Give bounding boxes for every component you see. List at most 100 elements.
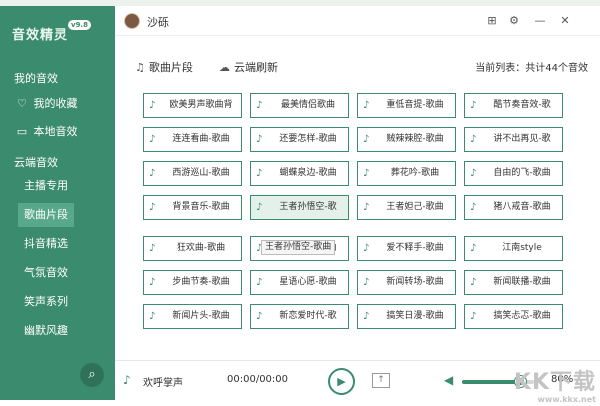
sound-item[interactable]: ♪ 王者孙悟空-歌 bbox=[250, 195, 349, 220]
sound-item[interactable]: ♪ 猪八戒音-歌曲 bbox=[464, 195, 563, 220]
sound-item[interactable]: ♪ 酷节奏音效-歌 bbox=[464, 93, 563, 118]
sound-item[interactable]: ♪ 爱不释手-歌曲 bbox=[357, 236, 456, 261]
music-note-icon: ♪ bbox=[149, 243, 156, 254]
sound-item[interactable]: ♪ 新闻转场-歌曲 bbox=[357, 270, 456, 295]
sound-item[interactable]: ♪ 星语心愿-歌曲 bbox=[250, 270, 349, 295]
sound-item[interactable]: ♪ 新恋爱时代-歌 bbox=[250, 304, 349, 329]
music-note-icon: ♪ bbox=[149, 100, 156, 111]
music-note-icon: ♪ bbox=[470, 277, 477, 288]
music-note-icon: ♪ bbox=[363, 168, 370, 179]
sound-item[interactable]: ♪ 背景音乐-歌曲 bbox=[143, 195, 242, 220]
music-note-icon: ♪ bbox=[363, 311, 370, 322]
sidebar-item-humor[interactable]: 幽默风趣 bbox=[18, 319, 74, 343]
sound-item-label: 王者妲己-歌曲 bbox=[386, 202, 444, 212]
sound-item-label: 背景音乐-歌曲 bbox=[172, 202, 230, 212]
track-time: 00:00/00:00 bbox=[227, 374, 289, 385]
sound-item-label: 欧美男声歌曲背 bbox=[169, 100, 233, 110]
list-count: 当前列表：共计44个音效 bbox=[475, 63, 588, 74]
music-note-icon: ♪ bbox=[470, 100, 477, 111]
current-track: 欢呼掌声 bbox=[143, 378, 183, 389]
sidebar-item-local[interactable]: ▭ 本地音效 bbox=[14, 120, 115, 144]
minimize-button[interactable]: — bbox=[533, 14, 547, 28]
search-button[interactable]: ⌕ bbox=[80, 363, 104, 387]
settings-button[interactable]: ⚙ bbox=[507, 14, 521, 28]
sound-item-label: 还要怎样-歌曲 bbox=[279, 134, 337, 144]
sound-item[interactable]: ♪ 葬花吟-歌曲 bbox=[357, 161, 456, 186]
music-note-icon: ♪ bbox=[470, 311, 477, 322]
sound-item-label: 西游巡山-歌曲 bbox=[172, 168, 230, 178]
sidebar-item-anchor[interactable]: 主播专用 bbox=[18, 174, 74, 198]
sound-item[interactable]: ♪ 还要怎样-歌曲 bbox=[250, 127, 349, 152]
title-bar: 沙砾 ⊞ ⚙ — ✕ bbox=[115, 6, 600, 36]
sound-item[interactable]: ♪ 狂欢曲-歌曲 bbox=[143, 236, 242, 261]
section-cloud-sounds: 云端音效 bbox=[14, 156, 58, 169]
music-note-icon: ♪ bbox=[256, 202, 263, 213]
sidebar-item-atmosphere[interactable]: 气氛音效 bbox=[18, 261, 74, 285]
mini-mode-button[interactable]: ⊞ bbox=[485, 14, 499, 28]
next-icon: ↑ bbox=[377, 375, 385, 385]
music-note-icon: ♪ bbox=[149, 202, 156, 213]
version-badge: v9.8 bbox=[68, 20, 91, 30]
song-clips-button[interactable]: ♫ 歌曲片段 bbox=[135, 59, 193, 75]
avatar[interactable] bbox=[124, 13, 140, 29]
sound-item[interactable]: ♪ 自由的飞-歌曲 bbox=[464, 161, 563, 186]
sound-item-label: 爱不释手-歌曲 bbox=[386, 243, 444, 253]
watermark: KK下载 www.kkx.net bbox=[513, 370, 596, 405]
sound-item-label: 最美情侣歌曲 bbox=[280, 100, 335, 110]
sound-item[interactable]: ♪ 贼辣辣腔-歌曲 bbox=[357, 127, 456, 152]
sound-item[interactable]: ♪ 江南style bbox=[464, 236, 563, 261]
music-note-icon: ♪ bbox=[256, 168, 263, 179]
app-window: 音效精灵 v9.8 我的音效 ♡ 我的收藏 ▭ 本地音效 云端音效 主播专用 歌… bbox=[0, 0, 600, 406]
watermark-logo: KK下载 bbox=[513, 370, 596, 395]
sound-item[interactable]: ♪ 新闻片头-歌曲 bbox=[143, 304, 242, 329]
close-button[interactable]: ✕ bbox=[558, 14, 572, 28]
sidebar-item-song-clips[interactable]: 歌曲片段 bbox=[18, 203, 74, 227]
sound-item[interactable]: ♪ 重低音提-歌曲 bbox=[357, 93, 456, 118]
sidebar-item-laughter[interactable]: 笑声系列 bbox=[18, 290, 74, 314]
volume-icon[interactable]: ◀ bbox=[444, 373, 453, 387]
next-button[interactable]: ↑ bbox=[372, 373, 390, 388]
sound-item-label: 葬花吟-歌曲 bbox=[390, 168, 440, 178]
sound-item-label: 搞笑日漫-歌曲 bbox=[386, 311, 444, 321]
gear-icon: ⚙ bbox=[509, 14, 519, 27]
sidebar-item-label: 本地音效 bbox=[33, 125, 78, 138]
sound-item[interactable]: ♪ 西游巡山-歌曲 bbox=[143, 161, 242, 186]
toolbar: ♫ 歌曲片段 ☁ 云端刷新 当前列表：共计44个音效 bbox=[115, 50, 600, 80]
music-note-icon: ♪ bbox=[363, 277, 370, 288]
music-list-icon: ♫ bbox=[135, 61, 145, 74]
music-note-icon: ♪ bbox=[149, 134, 156, 145]
cloud-refresh-button[interactable]: ☁ 云端刷新 bbox=[219, 59, 278, 75]
sound-item[interactable]: ♪ 蝴蝶泉边-歌曲 bbox=[250, 161, 349, 186]
watermark-url: www.kkx.net bbox=[537, 395, 596, 404]
sound-item[interactable]: ♪ 新闻联播-歌曲 bbox=[464, 270, 563, 295]
sound-item[interactable]: ♪ 连连看曲-歌曲 bbox=[143, 127, 242, 152]
sound-item-label: 蝴蝶泉边-歌曲 bbox=[279, 168, 337, 178]
play-button[interactable]: ▶ bbox=[328, 368, 355, 395]
music-note-icon: ♪ bbox=[363, 202, 370, 213]
music-note-icon: ♪ bbox=[470, 168, 477, 179]
sidebar-item-douyin[interactable]: 抖音精选 bbox=[18, 232, 74, 256]
sound-item[interactable]: ♪ 搞笑日漫-歌曲 bbox=[357, 304, 456, 329]
cloud-refresh-label: 云端刷新 bbox=[234, 61, 278, 74]
sound-item-label: 酷节奏音效-歌 bbox=[493, 100, 551, 110]
sound-item[interactable]: ♪ 讲不出再见-歌 bbox=[464, 127, 563, 152]
sound-item-label: 新闻联播-歌曲 bbox=[493, 277, 551, 287]
sound-item[interactable]: ♪ 搞笑忐忑-歌曲 bbox=[464, 304, 563, 329]
music-note-icon: ♪ bbox=[470, 243, 477, 254]
sidebar-item-favorites[interactable]: ♡ 我的收藏 bbox=[14, 92, 115, 116]
sound-item[interactable]: ♪ 欧美男声歌曲背 bbox=[143, 93, 242, 118]
music-note-icon: ♪ bbox=[363, 134, 370, 145]
sound-item-label: 贼辣辣腔-歌曲 bbox=[386, 134, 444, 144]
sound-item[interactable]: ♪ 步曲节奏-歌曲 bbox=[143, 270, 242, 295]
sound-item-label: 新闻转场-歌曲 bbox=[386, 277, 444, 287]
sound-item-label: 自由的飞-歌曲 bbox=[493, 168, 551, 178]
music-note-icon: ♪ bbox=[470, 134, 477, 145]
sound-item[interactable]: ♪ 王者妲己-歌曲 bbox=[357, 195, 456, 220]
sound-item-label: 江南style bbox=[502, 243, 542, 253]
sidebar-item-label: 我的收藏 bbox=[33, 97, 78, 110]
cloud-refresh-icon: ☁ bbox=[219, 61, 230, 74]
music-note-icon: ♪ bbox=[256, 277, 263, 288]
folder-icon: ▭ bbox=[16, 125, 28, 138]
sound-item[interactable]: ♪ 最美情侣歌曲 bbox=[250, 93, 349, 118]
close-icon: ✕ bbox=[560, 14, 570, 27]
